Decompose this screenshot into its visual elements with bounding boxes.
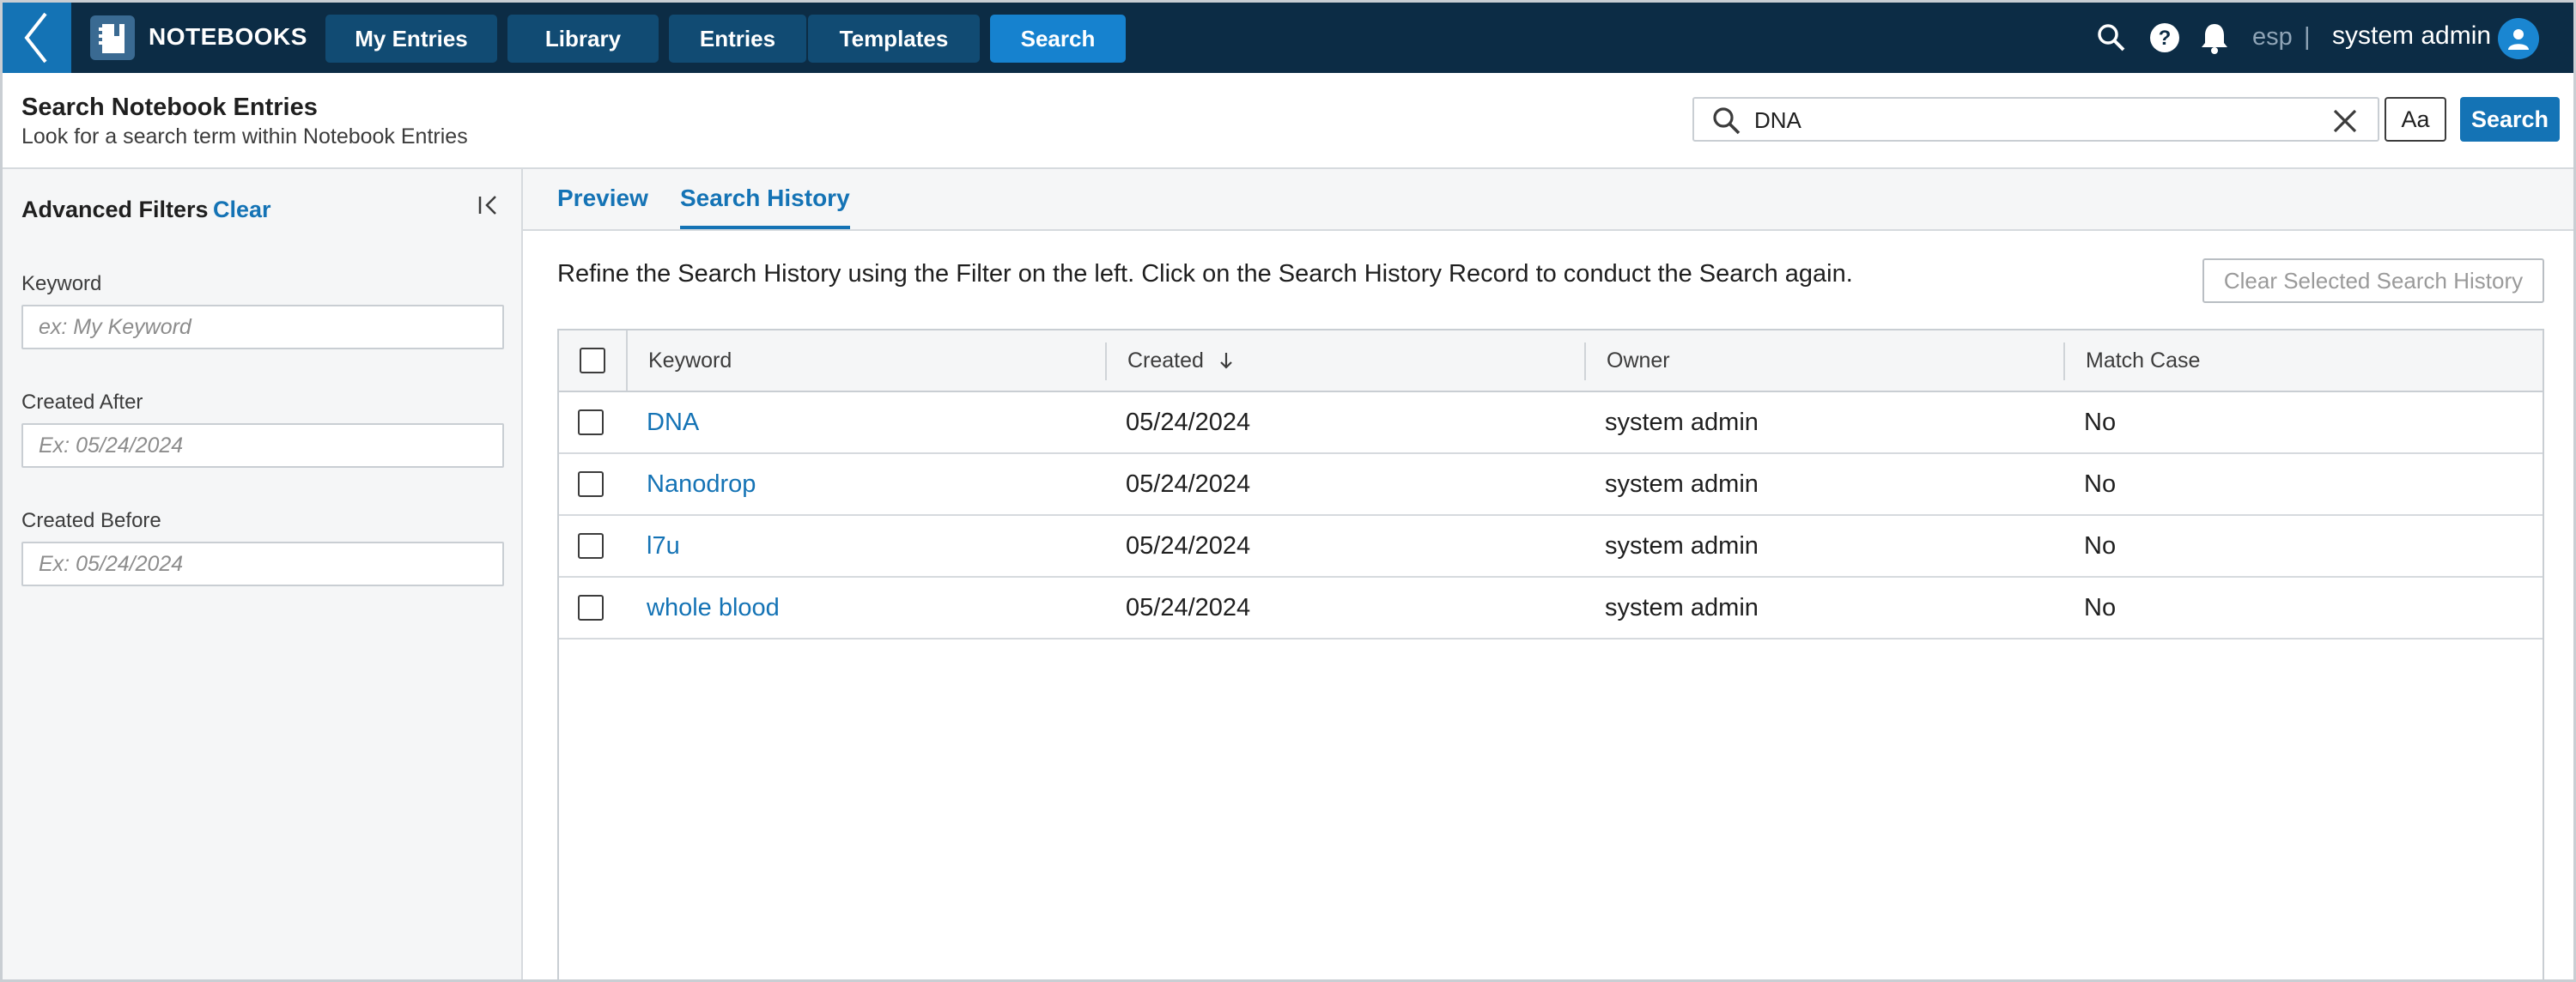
advanced-filters-title: Advanced Filters [21,197,209,222]
column-header-owner[interactable]: Owner [1607,330,1670,391]
owner-cell: system admin [1605,470,1759,498]
owner-cell: system admin [1605,408,1759,436]
keyword-link[interactable]: DNA [647,392,699,452]
table-row[interactable]: Nanodrop 05/24/2024 system admin No [559,454,2543,516]
table-row[interactable]: l7u 05/24/2024 system admin No [559,516,2543,578]
search-icon[interactable] [2094,21,2129,55]
user-name[interactable]: system admin [2332,21,2491,51]
svg-text:?: ? [2159,27,2172,50]
app-window: NOTEBOOKS My Entries Library Entries Tem… [0,0,2576,982]
match-case-cell: No [2084,408,2117,436]
search-button[interactable]: Search [2460,97,2560,142]
column-divider [2063,342,2065,380]
row-checkbox[interactable] [578,471,604,497]
search-input[interactable] [1754,104,2304,136]
table-header: Keyword Created Owner Match Case [559,330,2543,392]
clear-filters-link[interactable]: Clear [213,197,271,223]
advanced-filters-panel: Advanced Filters Clear Keyword Created A… [3,169,523,979]
notebook-logo-icon [90,15,135,60]
main-content: Preview Search History Refine the Search… [523,169,2573,979]
search-box [1692,97,2379,142]
nav-tab-templates[interactable]: Templates [808,15,980,63]
keyword-link[interactable]: Nanodrop [647,454,756,514]
created-cell: 05/24/2024 [1126,408,1251,436]
created-before-input[interactable] [21,542,504,586]
page-header: Search Notebook Entries Look for a searc… [3,73,2573,169]
row-checkbox[interactable] [578,533,604,559]
match-case-cell: No [2084,470,2117,498]
notification-bell-icon[interactable] [2197,21,2232,55]
language-separator: | [2304,23,2311,51]
column-header-created[interactable]: Created [1127,330,1238,391]
created-after-label: Created After [21,391,143,414]
tab-preview[interactable]: Preview [557,185,648,229]
back-button[interactable] [3,3,71,73]
user-avatar-icon[interactable] [2498,18,2539,59]
row-checkbox[interactable] [578,409,604,435]
app-title: NOTEBOOKS [149,23,307,50]
keyword-label: Keyword [21,272,102,295]
column-divider [1584,342,1586,380]
column-header-match-case[interactable]: Match Case [2086,330,2200,391]
nav-tab-library[interactable]: Library [507,15,659,63]
column-divider [626,330,628,391]
row-checkbox[interactable] [578,595,604,621]
keyword-link[interactable]: whole blood [647,578,780,638]
keyword-link[interactable]: l7u [647,516,680,576]
column-divider [1105,342,1107,380]
chevron-left-icon [24,12,47,64]
page-title: Search Notebook Entries [21,94,318,121]
table-row[interactable]: DNA 05/24/2024 system admin No [559,392,2543,454]
content-tabs: Preview Search History [523,169,2573,231]
created-cell: 05/24/2024 [1126,470,1251,498]
help-icon[interactable]: ? [2148,21,2182,55]
language-selector[interactable]: esp [2252,23,2293,52]
nav-tab-search[interactable]: Search [990,15,1126,63]
column-header-keyword[interactable]: Keyword [648,330,732,391]
column-header-created-label: Created [1127,348,1204,373]
collapse-panel-icon[interactable] [473,190,504,221]
created-after-input[interactable] [21,423,504,468]
match-case-button[interactable]: Aa [2385,97,2446,142]
sort-descending-icon [1220,353,1232,369]
top-navigation-bar: NOTEBOOKS My Entries Library Entries Tem… [3,3,2573,73]
owner-cell: system admin [1605,593,1759,621]
keyword-filter-input[interactable] [21,305,504,349]
created-cell: 05/24/2024 [1126,593,1251,621]
select-all-checkbox[interactable] [580,348,605,373]
search-history-table: Keyword Created Owner Match Case DNA 05/… [557,329,2544,979]
nav-tab-entries[interactable]: Entries [669,15,806,63]
table-row[interactable]: whole blood 05/24/2024 system admin No [559,578,2543,640]
created-before-label: Created Before [21,509,161,532]
clear-search-icon[interactable] [2330,106,2360,136]
created-cell: 05/24/2024 [1126,531,1251,560]
tab-search-history[interactable]: Search History [680,185,850,229]
owner-cell: system admin [1605,531,1759,560]
match-case-cell: No [2084,531,2117,560]
page-subtitle: Look for a search term within Notebook E… [21,124,468,149]
clear-selected-history-button[interactable]: Clear Selected Search History [2202,258,2544,303]
match-case-cell: No [2084,593,2117,621]
search-icon [1713,107,1741,135]
search-history-instructions: Refine the Search History using the Filt… [557,260,1853,288]
nav-tab-my-entries[interactable]: My Entries [325,15,497,63]
